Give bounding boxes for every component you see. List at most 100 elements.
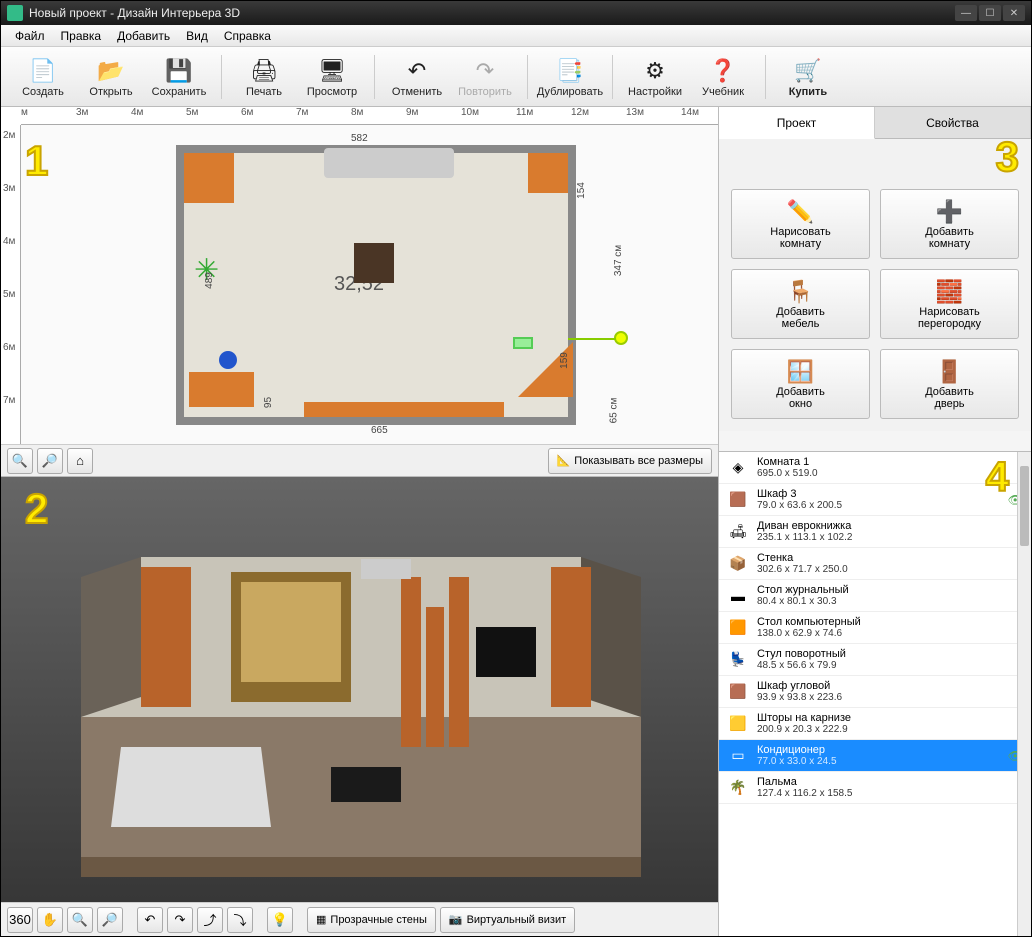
object-info: Диван еврокнижка235.1 x 113.1 x 102.2 <box>757 520 852 543</box>
toolbar-учебник-button[interactable]: ❓Учебник <box>691 50 755 104</box>
object-row[interactable]: 🟫Шкаф угловой93.9 x 93.8 x 223.6 <box>719 676 1031 708</box>
object-info: Стол компьютерный138.0 x 62.9 x 74.6 <box>757 616 861 639</box>
rotate-right-button[interactable]: ↷ <box>167 907 193 933</box>
action-label-1: Добавить <box>925 386 974 398</box>
scrollbar[interactable] <box>1017 452 1031 936</box>
object-row[interactable]: 💺Стул поворотный48.5 x 56.6 x 79.9 <box>719 644 1031 676</box>
furniture-cabinet[interactable] <box>528 153 568 193</box>
action-label-1: Нарисовать <box>770 226 830 238</box>
object-name: Комната 1 <box>757 456 818 468</box>
object-row[interactable]: 🟫Шкаф 379.0 x 63.6 x 200.5👁 <box>719 484 1031 516</box>
object-dimensions: 200.9 x 20.3 x 222.9 <box>757 724 851 735</box>
furniture-desk[interactable] <box>189 372 254 407</box>
object-row[interactable]: ▬Стол журнальный80.4 x 80.1 x 30.3 <box>719 580 1031 612</box>
ruler-tick: 12м <box>571 107 589 118</box>
action-перегородку-button[interactable]: 🧱Нарисоватьперегородку <box>880 269 1019 339</box>
plan-area[interactable]: 1 м3м4м5м6м7м8м9м10м11м12м13м14м 2м3м4м5… <box>1 107 718 477</box>
zoom-out-3d-button[interactable]: 🔍 <box>67 907 93 933</box>
object-info: Стул поворотный48.5 x 56.6 x 79.9 <box>757 648 846 671</box>
menu-добавить[interactable]: Добавить <box>109 27 178 45</box>
rotate-360-button[interactable]: 360 <box>7 907 33 933</box>
close-button[interactable]: ✕ <box>1003 5 1025 21</box>
toolbar-отменить-button[interactable]: ↶Отменить <box>385 50 449 104</box>
object-name: Стул поворотный <box>757 648 846 660</box>
object-row[interactable]: ◈Комната 1695.0 x 519.0 <box>719 452 1031 484</box>
action-icon: 🚪 <box>936 358 963 386</box>
toolbar-label: Отменить <box>392 86 442 98</box>
right-panel: Проект Свойства 3 ✏️Нарисоватькомнату➕До… <box>719 107 1031 936</box>
furniture-corner-piece[interactable] <box>518 342 573 397</box>
rotate-left-button[interactable]: ↶ <box>137 907 163 933</box>
action-label-1: Нарисовать <box>919 306 979 318</box>
app-icon <box>7 5 23 21</box>
zoom-in-3d-button[interactable]: 🔎 <box>97 907 123 933</box>
transparent-walls-button[interactable]: ▦ Прозрачные стены <box>307 907 436 933</box>
item-ac-unit[interactable] <box>513 337 533 349</box>
action-label-2: мебель <box>782 318 820 330</box>
action-комнату-button[interactable]: ➕Добавитькомнату <box>880 189 1019 259</box>
object-row[interactable]: 🟧 Стол компьютерный138.0 x 62.9 x 74.6 <box>719 612 1031 644</box>
plan-canvas[interactable]: 32,52 ✳ 582 34 <box>21 125 718 444</box>
panel-tabs: Проект Свойства <box>719 107 1031 139</box>
object-row[interactable]: 📦Стенка302.6 x 71.7 x 250.0 <box>719 548 1031 580</box>
object-icon: 🟨 <box>727 713 749 735</box>
light-button[interactable]: 💡 <box>267 907 293 933</box>
furniture-coffee-table[interactable] <box>354 243 394 283</box>
room-outline[interactable]: 32,52 ✳ <box>176 145 576 425</box>
object-dimensions: 79.0 x 63.6 x 200.5 <box>757 500 842 511</box>
tilt-down-button[interactable]: ⤵ <box>227 907 253 933</box>
toolbar-label: Повторить <box>458 86 512 98</box>
action-мебель-button[interactable]: 🪑Добавитьмебель <box>731 269 870 339</box>
zoom-out-button[interactable]: 🔍 <box>7 448 33 474</box>
toolbar-separator <box>221 55 222 99</box>
marker-4: 4 <box>986 453 1009 501</box>
toolbar-label: Дублировать <box>537 86 603 98</box>
pan-button[interactable]: ✋ <box>37 907 63 933</box>
action-label-1: Добавить <box>925 226 974 238</box>
object-row[interactable]: 🛋Диван еврокнижка235.1 x 113.1 x 102.2 <box>719 516 1031 548</box>
scrollbar-thumb[interactable] <box>1020 466 1029 546</box>
action-комнату-button[interactable]: ✏️Нарисоватькомнату <box>731 189 870 259</box>
menu-вид[interactable]: Вид <box>178 27 216 45</box>
maximize-button[interactable]: ☐ <box>979 5 1001 21</box>
ruler-horizontal: м3м4м5м6м7м8м9м10м11м12м13м14м <box>21 107 718 125</box>
object-icon: 🟧 <box>727 617 749 639</box>
toolbar-просмотр-button[interactable]: 🖥Просмотр <box>300 50 364 104</box>
toolbar-дублировать-button[interactable]: 📑Дублировать <box>538 50 602 104</box>
toolbar-купить-button[interactable]: 🛒Купить <box>776 50 840 104</box>
object-dimensions: 235.1 x 113.1 x 102.2 <box>757 532 852 543</box>
toolbar-настройки-button[interactable]: ⚙Настройки <box>623 50 687 104</box>
toolbar-label: Учебник <box>702 86 744 98</box>
zoom-in-button[interactable]: 🔎 <box>37 448 63 474</box>
virtual-visit-button[interactable]: 📷 Виртуальный визит <box>440 907 575 933</box>
menu-правка[interactable]: Правка <box>53 27 110 45</box>
furniture-wall-unit[interactable] <box>304 402 504 417</box>
selection-handle[interactable] <box>614 331 628 345</box>
action-label-2: перегородку <box>918 318 981 330</box>
action-дверь-button[interactable]: 🚪Добавитьдверь <box>880 349 1019 419</box>
view-3d[interactable]: 2 <box>1 477 718 936</box>
object-row[interactable]: 🌴Пальма127.4 x 116.2 x 158.5 <box>719 772 1031 804</box>
menu-справка[interactable]: Справка <box>216 27 279 45</box>
object-row[interactable]: ▭Кондиционер77.0 x 33.0 x 24.5👁 <box>719 740 1031 772</box>
furniture-chair[interactable] <box>219 351 237 369</box>
toolbar-сохранить-button[interactable]: 💾Сохранить <box>147 50 211 104</box>
action-окно-button[interactable]: 🪟Добавитьокно <box>731 349 870 419</box>
home-button[interactable]: ⌂ <box>67 448 93 474</box>
tab-project[interactable]: Проект <box>719 107 875 139</box>
object-row[interactable]: 🟨Шторы на карнизе200.9 x 20.3 x 222.9 <box>719 708 1031 740</box>
show-all-sizes-button[interactable]: 📐 Показывать все размеры <box>548 448 712 474</box>
furniture-corner-cabinet[interactable] <box>184 153 234 203</box>
учебник-icon: ❓ <box>708 56 738 86</box>
furniture-sofa[interactable] <box>324 148 454 178</box>
menu-файл[interactable]: Файл <box>7 27 53 45</box>
minimize-button[interactable]: — <box>955 5 977 21</box>
toolbar-создать-button[interactable]: 📄Создать <box>11 50 75 104</box>
object-info: Шкаф угловой93.9 x 93.8 x 223.6 <box>757 680 842 703</box>
toolbar-открыть-button[interactable]: 📂Открыть <box>79 50 143 104</box>
toolbar-печать-button[interactable]: 🖨Печать <box>232 50 296 104</box>
object-list[interactable]: ◈Комната 1695.0 x 519.0🟫Шкаф 379.0 x 63.… <box>719 451 1031 936</box>
настройки-icon: ⚙ <box>640 56 670 86</box>
object-dimensions: 127.4 x 116.2 x 158.5 <box>757 788 852 799</box>
tilt-up-button[interactable]: ⤴ <box>197 907 223 933</box>
